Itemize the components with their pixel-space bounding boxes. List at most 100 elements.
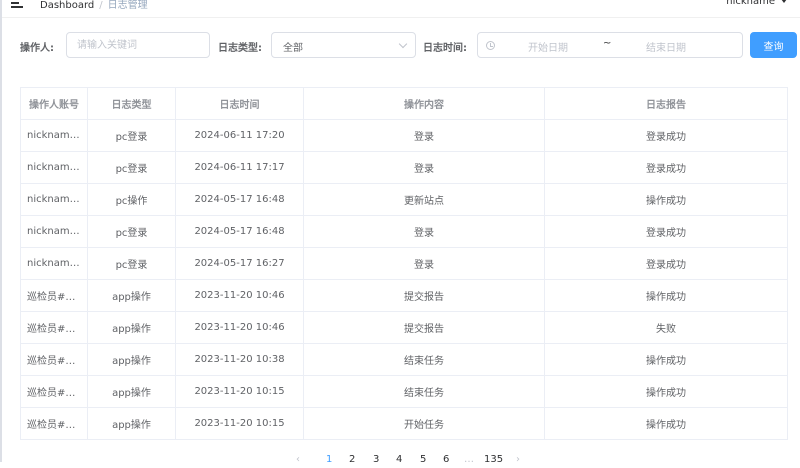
table-header-row: 操作人账号 日志类型 日志时间 操作内容 日志报告 <box>20 87 788 120</box>
table-row: 巡检员#9… app操作 2023-11-20 10:46 提交报告 操作成功 <box>20 279 788 312</box>
user-name: nickname <box>726 0 775 7</box>
page-4[interactable]: 4 <box>396 454 402 465</box>
cell-report: 登录成功 <box>544 119 788 152</box>
caret-down-icon <box>781 0 787 3</box>
cell-log-time: 2024-06-11 17:17 <box>175 151 304 184</box>
table-row: 巡检员#9… app操作 2023-11-20 10:15 结束任务 操作成功 <box>20 375 788 408</box>
cell-content: 结束任务 <box>303 375 545 408</box>
page-6[interactable]: 6 <box>443 454 449 465</box>
column-header-log-type: 日志类型 <box>87 87 176 120</box>
sidebar-edge <box>0 0 2 462</box>
cell-log-type: pc操作 <box>87 183 176 216</box>
breadcrumb: Dashboard / 日志管理 <box>40 0 148 11</box>
query-button[interactable]: 查询 <box>750 32 797 58</box>
log-time-label: 日志时间: <box>423 43 467 54</box>
cell-log-type: app操作 <box>87 343 176 376</box>
table-row: nickname… pc登录 2024-06-11 17:17 登录 登录成功 <box>20 151 788 184</box>
cell-log-time: 2023-11-20 10:46 <box>175 311 304 344</box>
page-5[interactable]: 5 <box>420 454 426 465</box>
column-header-content: 操作内容 <box>303 87 545 120</box>
start-date-input[interactable]: 开始日期 <box>528 39 568 54</box>
cell-content: 登录 <box>303 119 545 152</box>
top-navbar: Dashboard / 日志管理 nickname <box>0 0 800 14</box>
table-row: 巡检员#9… app操作 2023-11-20 10:46 提交报告 失败 <box>20 311 788 344</box>
clock-icon <box>486 41 495 50</box>
user-menu[interactable]: nickname <box>726 0 787 7</box>
chevron-down-icon <box>398 39 408 49</box>
cell-log-time: 2024-05-17 16:48 <box>175 183 304 216</box>
log-type-select[interactable]: 全部 <box>271 32 416 58</box>
page-2[interactable]: 2 <box>349 454 355 465</box>
cell-report: 失败 <box>544 311 788 344</box>
page-1[interactable]: 1 <box>326 454 332 465</box>
cell-report: 登录成功 <box>544 215 788 248</box>
cell-log-time: 2023-11-20 10:46 <box>175 279 304 312</box>
log-type-value: 全部 <box>283 43 303 54</box>
cell-log-type: app操作 <box>87 279 176 312</box>
cell-operator: 巡检员#9… <box>20 375 88 408</box>
cell-content: 更新站点 <box>303 183 545 216</box>
next-page-icon[interactable]: › <box>516 454 520 465</box>
column-header-report: 日志报告 <box>544 87 788 120</box>
cell-log-time: 2023-11-20 10:15 <box>175 375 304 408</box>
cell-log-time: 2024-05-17 16:48 <box>175 215 304 248</box>
cell-operator: nickname… <box>20 119 88 152</box>
cell-operator: 巡检员#9… <box>20 311 88 344</box>
cell-log-time: 2024-05-17 16:27 <box>175 247 304 280</box>
cell-operator: nickname… <box>20 183 88 216</box>
cell-content: 开始任务 <box>303 407 545 440</box>
cell-content: 登录 <box>303 215 545 248</box>
end-date-input[interactable]: 结束日期 <box>646 39 686 54</box>
table-row: nickname… pc操作 2024-05-17 16:48 更新站点 操作成功 <box>20 183 788 216</box>
cell-log-type: pc登录 <box>87 151 176 184</box>
cell-log-type: app操作 <box>87 311 176 344</box>
cell-log-type: app操作 <box>87 375 176 408</box>
column-header-log-time: 日志时间 <box>175 87 304 120</box>
cell-content: 结束任务 <box>303 343 545 376</box>
cell-report: 登录成功 <box>544 151 788 184</box>
cell-log-time: 2023-11-20 10:38 <box>175 343 304 376</box>
cell-content: 提交报告 <box>303 279 545 312</box>
breadcrumb-current: 日志管理 <box>107 0 148 11</box>
cell-operator: 巡检员#9… <box>20 279 88 312</box>
cell-log-type: pc登录 <box>87 119 176 152</box>
breadcrumb-separator: / <box>99 0 103 11</box>
table-row: 巡检员#9… app操作 2023-11-20 10:15 开始任务 操作成功 <box>20 407 788 440</box>
cell-log-type: pc登录 <box>87 247 176 280</box>
cell-operator: nickname… <box>20 215 88 248</box>
cell-report: 操作成功 <box>544 279 788 312</box>
cell-report: 登录成功 <box>544 247 788 280</box>
table-row: nickname… pc登录 2024-05-17 16:27 登录 登录成功 <box>20 247 788 280</box>
prev-page-icon[interactable]: ‹ <box>296 454 300 465</box>
cell-content: 登录 <box>303 247 545 280</box>
cell-log-time: 2024-06-11 17:20 <box>175 119 304 152</box>
cell-report: 操作成功 <box>544 343 788 376</box>
page-last[interactable]: 135 <box>484 454 503 465</box>
table-row: 巡检员#9… app操作 2023-11-20 10:38 结束任务 操作成功 <box>20 343 788 376</box>
cell-report: 操作成功 <box>544 375 788 408</box>
cell-operator: nickname… <box>20 151 88 184</box>
cell-operator: 巡检员#9… <box>20 407 88 440</box>
page-ellipsis[interactable]: … <box>464 454 474 465</box>
hamburger-menu-icon[interactable] <box>11 0 25 8</box>
breadcrumb-home[interactable]: Dashboard <box>40 0 94 11</box>
cell-content: 提交报告 <box>303 311 545 344</box>
cell-log-type: app操作 <box>87 407 176 440</box>
operator-field <box>66 32 210 58</box>
date-range-picker[interactable]: 开始日期 ~ 结束日期 <box>477 32 743 58</box>
log-table: 操作人账号 日志类型 日志时间 操作内容 日志报告 nickname… pc登录 2… <box>20 87 788 440</box>
cell-content: 登录 <box>303 151 545 184</box>
cell-log-type: pc登录 <box>87 215 176 248</box>
log-type-label: 日志类型: <box>218 43 262 54</box>
cell-operator: nickname… <box>20 247 88 280</box>
table-row: nickname… pc登录 2024-05-17 16:48 登录 登录成功 <box>20 215 788 248</box>
operator-search-input[interactable] <box>67 33 209 57</box>
cell-operator: 巡检员#9… <box>20 343 88 376</box>
cell-report: 操作成功 <box>544 407 788 440</box>
date-range-separator: ~ <box>603 38 612 49</box>
operator-label: 操作人: <box>20 43 54 54</box>
cell-report: 操作成功 <box>544 183 788 216</box>
navbar-divider <box>2 17 800 18</box>
page-3[interactable]: 3 <box>373 454 379 465</box>
cell-log-time: 2023-11-20 10:15 <box>175 407 304 440</box>
